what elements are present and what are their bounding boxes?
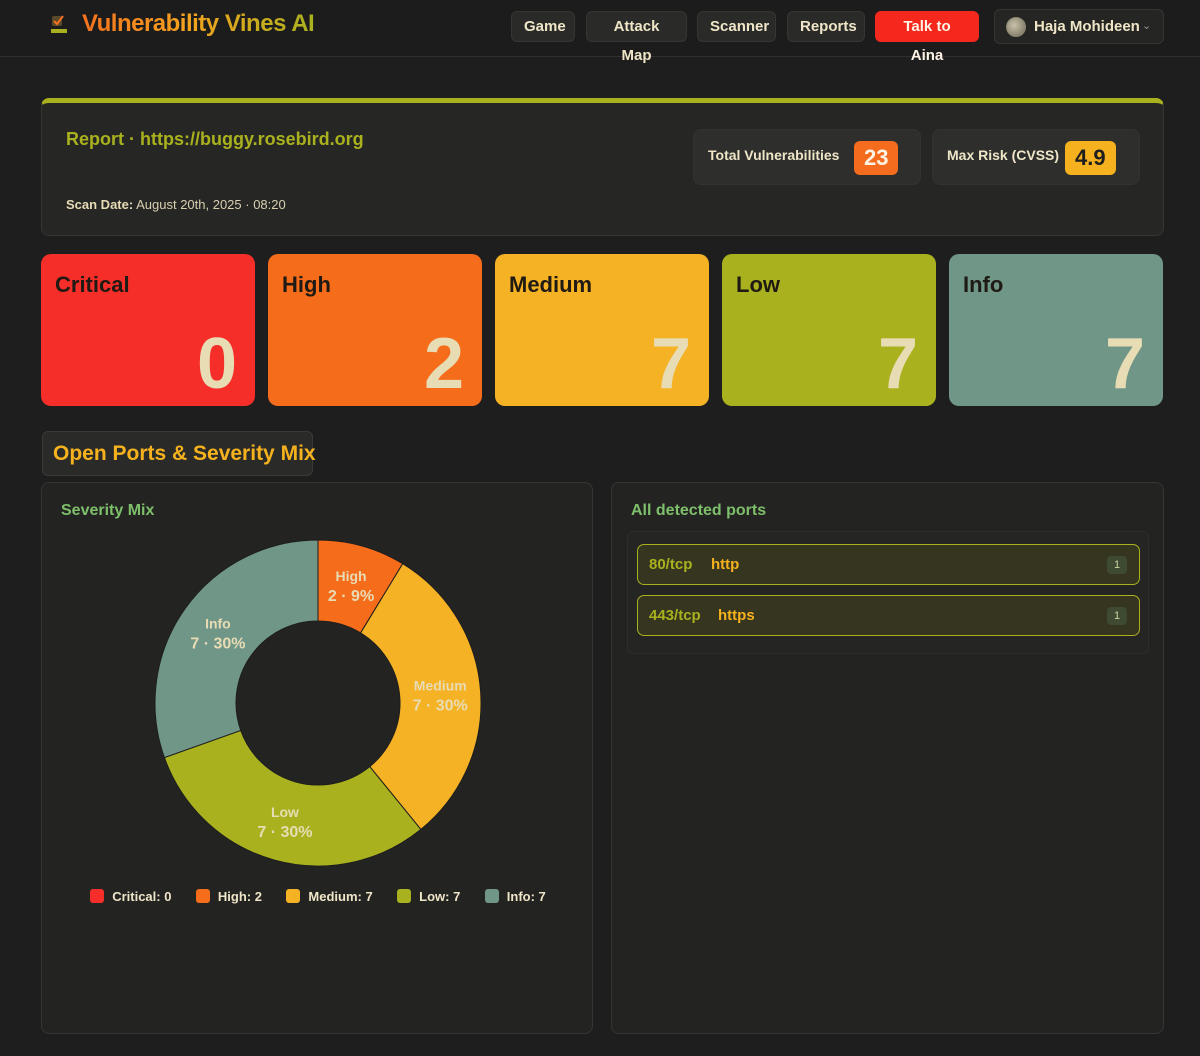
severity-card-label: Low	[736, 272, 780, 297]
section-title: Open Ports & Severity Mix	[42, 431, 316, 476]
max-risk-stat: Max Risk (CVSS) 4.9	[932, 129, 1140, 185]
scan-date-value: August 20th, 2025 · 08:20	[136, 197, 286, 212]
user-menu-button[interactable]: Haja Mohideen ⌄	[994, 9, 1164, 44]
severity-card-label: Info	[963, 272, 1004, 297]
nav-scanner-button[interactable]: Scanner	[697, 11, 776, 42]
total-vulnerabilities-label: Total Vulnerabilities	[708, 147, 840, 163]
slice-label-detail: 7 · 30%	[257, 824, 312, 841]
legend-item-critical[interactable]: Critical: 0	[90, 887, 171, 907]
slice-label-detail: 2 · 9%	[328, 588, 374, 605]
donut-slice-low[interactable]	[163, 729, 422, 867]
vines-logo-icon[interactable]	[49, 14, 69, 36]
severity-card-count: 7	[877, 324, 918, 404]
port-number: 80/tcp	[649, 556, 693, 573]
port-count-badge: 1	[1107, 607, 1127, 625]
legend-item-info[interactable]: Info: 7	[484, 887, 546, 907]
ports-panel: All detected ports 80/tcp http 1 443/tcp…	[611, 482, 1164, 1034]
max-risk-badge: 4.9	[1065, 141, 1116, 175]
talk-to-aina-button[interactable]: Talk to Aina	[875, 11, 979, 64]
ports-panel-title: All detected ports	[631, 502, 767, 519]
report-header-card: Report · https://buggy.rosebird.org Scan…	[41, 98, 1164, 236]
severity-card-label: Medium	[509, 272, 593, 297]
ports-list: 80/tcp http 1 443/tcp https 1	[627, 531, 1149, 654]
legend-label: Info: 7	[506, 889, 546, 904]
port-number: 443/tcp	[649, 607, 701, 624]
slice-label-name: High	[335, 568, 366, 584]
port-count-badge: 1	[1107, 556, 1127, 574]
severity-card-critical[interactable]: Critical 0	[41, 254, 255, 406]
scan-date-label: Scan Date:	[66, 197, 134, 212]
slice-label-name: Medium	[414, 678, 467, 694]
severity-card-count: 2	[423, 324, 464, 404]
nav-reports-button[interactable]: Reports	[787, 11, 865, 42]
severity-card-count: 0	[196, 324, 237, 404]
severity-card-medium[interactable]: Medium 7	[495, 254, 709, 406]
severity-donut-chart: High 2 · 9% Medium 7 · 30% Low 7 · 30% Info 7 ·…	[154, 539, 482, 867]
severity-card-low[interactable]: Low 7	[722, 254, 936, 406]
severity-card-count: 7	[1104, 324, 1145, 404]
legend-label: High: 2	[217, 889, 262, 904]
legend-label: Critical: 0	[112, 889, 172, 904]
legend-item-high[interactable]: High: 2	[195, 887, 262, 907]
severity-card-count: 7	[650, 324, 691, 404]
severity-card-high[interactable]: High 2	[268, 254, 482, 406]
legend-swatch	[286, 889, 301, 903]
slice-label-name: Info	[205, 615, 231, 631]
severity-card-info[interactable]: Info 7	[949, 254, 1163, 406]
max-risk-label: Max Risk (CVSS)	[947, 147, 1060, 163]
avatar-icon	[1006, 17, 1026, 37]
chart-legend: Critical: 0 High: 2 Medium: 7 Low: 7 Inf…	[42, 887, 594, 907]
scan-date: Scan Date: August 20th, 2025 · 08:20	[66, 197, 286, 212]
legend-label: Low: 7	[419, 889, 461, 904]
port-service: https	[718, 607, 755, 624]
legend-swatch	[484, 889, 499, 903]
nav-game-button[interactable]: Game	[511, 11, 575, 42]
port-service: http	[711, 556, 740, 573]
slice-label-detail: 7 · 30%	[190, 635, 245, 652]
slice-label-detail: 7 · 30%	[413, 698, 468, 715]
legend-swatch	[90, 889, 105, 903]
brand-title[interactable]: Vulnerability Vines AI	[82, 10, 315, 38]
legend-swatch	[195, 889, 210, 903]
top-nav-bar: Vulnerability Vines AI Game Attack Map S…	[0, 0, 1200, 64]
severity-mix-panel: Severity Mix High 2 · 9% Medium 7 · 30% Low 7…	[41, 482, 593, 1034]
chevron-down-icon: ⌄	[1142, 20, 1152, 32]
report-title: Report · https://buggy.rosebird.org	[66, 129, 364, 149]
nav-attack-map-button[interactable]: Attack Map	[586, 11, 687, 64]
legend-label: Medium: 7	[308, 889, 373, 904]
total-vulnerabilities-stat: Total Vulnerabilities 23	[693, 129, 921, 185]
severity-card-label: High	[282, 272, 331, 297]
port-row-80[interactable]: 80/tcp http 1	[637, 544, 1140, 585]
legend-swatch	[397, 889, 412, 903]
slice-label-name: Low	[271, 804, 299, 820]
severity-card-label: Critical	[55, 272, 130, 297]
legend-item-medium[interactable]: Medium: 7	[286, 887, 373, 907]
port-row-443[interactable]: 443/tcp https 1	[637, 595, 1140, 636]
legend-item-low[interactable]: Low: 7	[397, 887, 460, 907]
user-name: Haja Mohideen	[1034, 18, 1140, 35]
total-vulnerabilities-badge: 23	[854, 141, 899, 175]
